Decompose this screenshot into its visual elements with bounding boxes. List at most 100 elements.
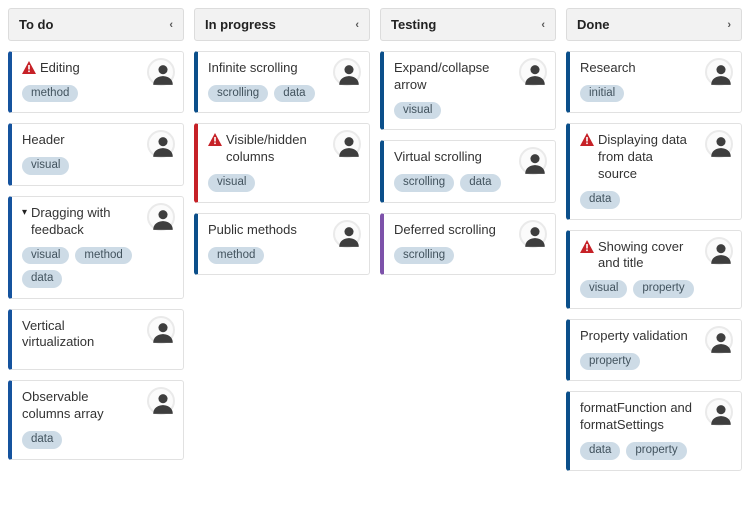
warning-icon (580, 133, 594, 146)
kanban-column: In progress‹Infinite scrollingscrollingd… (194, 8, 370, 285)
avatar (705, 398, 733, 426)
tag[interactable]: data (274, 85, 314, 103)
tag[interactable]: visual (394, 102, 441, 120)
avatar (705, 130, 733, 158)
avatar (705, 58, 733, 86)
kanban-card[interactable]: Virtual scrolling scrolling data (380, 140, 556, 202)
column-header[interactable]: Testing ‹ (380, 8, 556, 41)
tag[interactable]: visual (580, 280, 627, 298)
avatar (147, 203, 175, 231)
tag[interactable]: visual (208, 174, 255, 192)
tag[interactable]: scrolling (394, 174, 454, 192)
avatar (333, 130, 361, 158)
card-title: Property validation (580, 328, 688, 345)
card-title: Showing cover and title (598, 239, 695, 273)
tag-list: visual (22, 157, 173, 175)
card-title: Header (22, 132, 65, 149)
card-title: Public methods (208, 222, 297, 239)
tag-list: visual property (580, 280, 731, 298)
kanban-card[interactable]: Showing cover and title visual property (566, 230, 742, 309)
kanban-card[interactable]: ▾ Dragging with feedback visual method data (8, 196, 184, 299)
avatar (519, 58, 547, 86)
tag-list: initial (580, 85, 731, 103)
kanban-column: Testing ‹ Expand/collapse arrowvisual Virtu… (380, 8, 556, 285)
card-title: Deferred scrolling (394, 222, 496, 239)
tag-list: scrolling data (394, 174, 545, 192)
tag[interactable]: property (633, 280, 693, 298)
chevron-icon[interactable]: ‹ (541, 19, 545, 31)
tag-list: scrolling data (208, 85, 359, 103)
warning-icon (22, 61, 36, 74)
avatar (519, 147, 547, 175)
tag-list: scrolling (394, 247, 545, 265)
column-title: Done (577, 17, 610, 32)
column-header[interactable]: To do ‹ (8, 8, 184, 41)
kanban-card[interactable]: Observable columns array data (8, 380, 184, 459)
tag[interactable]: method (208, 247, 264, 265)
tag-list: method (208, 247, 359, 265)
tag-list: visual method data (22, 247, 173, 288)
card-title: Displaying data from data source (598, 132, 695, 183)
column-title: Testing (391, 17, 436, 32)
tag[interactable]: data (580, 442, 620, 460)
avatar (147, 130, 175, 158)
card-title: formatFunction and formatSettings (580, 400, 695, 434)
kanban-card[interactable]: Editing method (8, 51, 184, 113)
chevron-icon[interactable]: ‹ (169, 19, 173, 31)
tag-list: data (580, 191, 731, 209)
chevron-icon[interactable]: ‹ (355, 19, 359, 31)
tag[interactable]: data (580, 191, 620, 209)
tag[interactable]: visual (22, 157, 69, 175)
kanban-column: Done › Research initial Displaying data from… (566, 8, 742, 481)
kanban-column: To do ‹ Editing method Header visual ▾ Dragging… (8, 8, 184, 470)
tag[interactable]: scrolling (208, 85, 268, 103)
tag[interactable]: method (22, 85, 78, 103)
tag[interactable]: property (626, 442, 686, 460)
tag[interactable]: data (460, 174, 500, 192)
kanban-card[interactable]: Displaying data from data source data (566, 123, 742, 219)
tag[interactable]: method (75, 247, 131, 265)
tag[interactable]: scrolling (394, 247, 454, 265)
tag-list: visual (208, 174, 359, 192)
tag-list: method (22, 85, 173, 103)
kanban-card[interactable]: formatFunction and formatSettings datapro… (566, 391, 742, 470)
tag[interactable]: visual (22, 247, 69, 265)
kanban-card[interactable]: Public methods method (194, 213, 370, 275)
card-title: Research (580, 60, 636, 77)
kanban-card[interactable]: Deferred scrolling scrolling (380, 213, 556, 275)
kanban-card[interactable]: Research initial (566, 51, 742, 113)
card-title: Observable columns array (22, 389, 137, 423)
avatar (333, 58, 361, 86)
card-title: Virtual scrolling (394, 149, 482, 166)
column-title: In progress (205, 17, 276, 32)
avatar (519, 220, 547, 248)
card-title: Dragging with feedback (31, 205, 137, 239)
caret-down-icon: ▾ (22, 207, 27, 218)
avatar (147, 316, 175, 344)
warning-icon (208, 133, 222, 146)
kanban-card[interactable]: Visible/hidden columns visual (194, 123, 370, 202)
column-header[interactable]: In progress ‹ (194, 8, 370, 41)
chevron-icon[interactable]: › (727, 19, 731, 31)
tag-list: property (580, 353, 731, 371)
kanban-card[interactable]: Infinite scrollingscrollingdata (194, 51, 370, 113)
column-header[interactable]: Done › (566, 8, 742, 41)
column-title: To do (19, 17, 53, 32)
tag-list: data (22, 431, 173, 449)
card-title: Editing (40, 60, 80, 77)
card-title: Visible/hidden columns (226, 132, 323, 166)
tag-list: visual (394, 102, 545, 120)
kanban-board: To do ‹ Editing method Header visual ▾ Dragging… (8, 8, 742, 481)
tag[interactable]: data (22, 431, 62, 449)
warning-icon (580, 240, 594, 253)
avatar (333, 220, 361, 248)
kanban-card[interactable]: Vertical virtualization (8, 309, 184, 371)
kanban-card[interactable]: Property validation property (566, 319, 742, 381)
tag[interactable]: property (580, 353, 640, 371)
avatar (705, 237, 733, 265)
avatar (705, 326, 733, 354)
tag[interactable]: data (22, 270, 62, 288)
kanban-card[interactable]: Expand/collapse arrowvisual (380, 51, 556, 130)
kanban-card[interactable]: Header visual (8, 123, 184, 185)
tag[interactable]: initial (580, 85, 624, 103)
